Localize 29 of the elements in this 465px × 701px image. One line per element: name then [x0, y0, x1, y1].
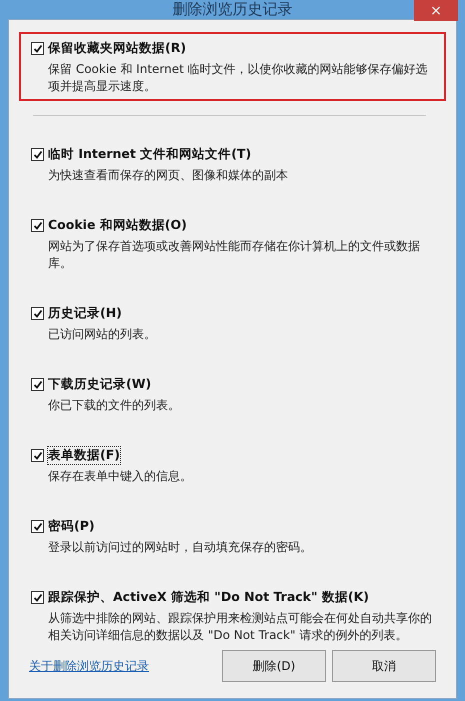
option-description: 网站为了保存首选项或改善网站性能而存储在你计算机上的文件或数据库。: [48, 238, 421, 272]
option-label[interactable]: 保留收藏夹网站数据(R): [48, 40, 186, 57]
option-label[interactable]: 临时 Internet 文件和网站文件(T): [48, 146, 252, 163]
window-title: 删除浏览历史记录: [172, 0, 292, 19]
close-button[interactable]: ×: [414, 0, 458, 21]
checkbox[interactable]: [31, 148, 44, 161]
option-label[interactable]: 跟踪保护、ActiveX 筛选和 "Do Not Track" 数据(K): [48, 589, 369, 606]
option-label[interactable]: 历史记录(H): [48, 305, 122, 322]
option-label[interactable]: Cookie 和网站数据(O): [48, 217, 187, 234]
option-description: 保留 Cookie 和 Internet 临时文件，以使你收藏的网站能够保存偏好选项并提高显示速度。: [48, 61, 429, 95]
checkbox[interactable]: [31, 219, 44, 232]
option-description: 你已下载的文件的列表。: [48, 397, 181, 414]
checkbox[interactable]: [31, 449, 44, 462]
option-label[interactable]: 密码(P): [48, 518, 95, 535]
option-description: 为快速查看而保存的网页、图像和媒体的副本: [48, 167, 289, 184]
checkbox[interactable]: [31, 520, 44, 533]
delete-button[interactable]: 删除(D): [222, 650, 326, 682]
option-label[interactable]: 下载历史记录(W): [48, 376, 152, 393]
option-description: 保存在表单中键入的信息。: [48, 468, 193, 485]
help-link[interactable]: 关于删除浏览历史记录: [29, 658, 149, 674]
option-label[interactable]: 表单数据(F): [48, 447, 120, 464]
cancel-button[interactable]: 取消: [332, 650, 436, 682]
checkbox[interactable]: [31, 307, 44, 320]
option-description: 从筛选中排除的网站、跟踪保护用来检测站点可能会在何处自动共享你的相关访问详细信息的数据以及 "Do Not Track" 请求的例外的列表。: [48, 610, 433, 644]
checkbox[interactable]: [31, 591, 44, 604]
option-description: 已访问网站的列表。: [48, 326, 157, 343]
checkbox[interactable]: [31, 42, 44, 55]
option-description: 登录以前访问过的网站时，自动填充保存的密码。: [48, 539, 313, 556]
checkbox[interactable]: [31, 378, 44, 391]
